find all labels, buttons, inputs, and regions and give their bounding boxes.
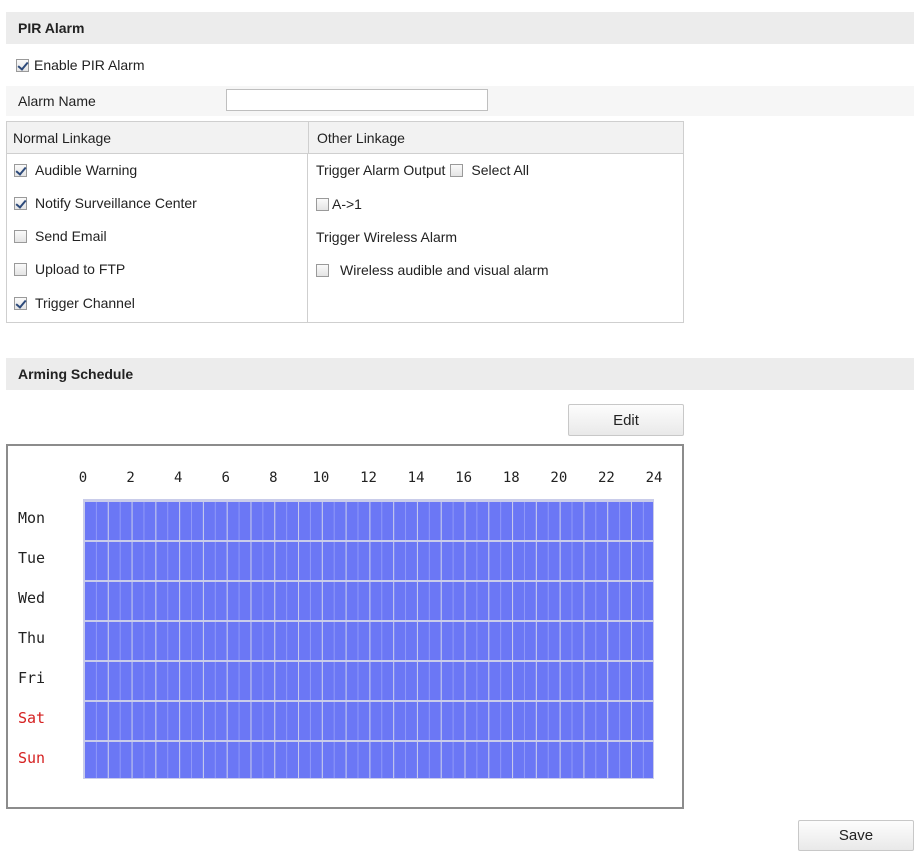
day-label-mon: Mon xyxy=(18,509,46,527)
normal-linkage-header: Normal Linkage xyxy=(7,122,308,154)
select-all-label: Select All xyxy=(471,162,530,178)
hour-label: 16 xyxy=(455,470,473,486)
upload-to-ftp-label: Upload to FTP xyxy=(35,261,126,277)
arming-schedule-title: Arming Schedule xyxy=(18,366,134,382)
enable-pir-alarm-checkbox[interactable] xyxy=(16,58,29,72)
hour-label: 4 xyxy=(173,470,183,486)
output-a1-row[interactable]: A->1 xyxy=(316,196,362,212)
enable-pir-alarm-label: Enable PIR Alarm xyxy=(34,57,145,73)
trigger-alarm-output-row: Trigger Alarm Output Select All xyxy=(316,162,529,178)
alarm-name-label: Alarm Name xyxy=(18,93,96,109)
alarm-name-row: Alarm Name xyxy=(6,86,914,116)
day-label-tue: Tue xyxy=(18,549,46,567)
send-email-label: Send Email xyxy=(35,228,107,244)
day-label-sat: Sat xyxy=(18,709,46,727)
linkage-table: Normal Linkage Other Linkage Audible War… xyxy=(6,121,684,323)
schedule-grid[interactable] xyxy=(83,499,654,779)
hour-label: 2 xyxy=(126,470,135,486)
hour-label: 14 xyxy=(407,470,425,486)
pir-alarm-title: PIR Alarm xyxy=(18,20,85,36)
hour-label: 22 xyxy=(597,470,615,486)
wireless-alarm-row[interactable]: Wireless audible and visual alarm xyxy=(316,262,549,278)
trigger-wireless-alarm-row: Trigger Wireless Alarm xyxy=(316,229,457,245)
day-label-wed: Wed xyxy=(18,589,46,607)
day-label-thu: Thu xyxy=(18,629,46,647)
trigger-alarm-output-label: Trigger Alarm Output xyxy=(316,162,446,178)
hour-label: 12 xyxy=(360,470,377,486)
hour-label: 20 xyxy=(550,470,568,486)
alarm-name-input[interactable] xyxy=(226,89,488,111)
audible-warning-label: Audible Warning xyxy=(35,162,138,178)
notify-surveillance-center-checkbox[interactable] xyxy=(14,196,27,210)
edit-button[interactable]: Edit xyxy=(568,404,684,436)
audible-warning-row[interactable]: Audible Warning xyxy=(14,162,137,178)
day-label-fri: Fri xyxy=(18,669,46,687)
save-button[interactable]: Save xyxy=(798,820,914,851)
wireless-alarm-label: Wireless audible and visual alarm xyxy=(340,262,549,278)
hour-label: 24 xyxy=(645,470,663,486)
hour-label: 10 xyxy=(312,470,330,486)
hour-label: 0 xyxy=(78,470,88,486)
trigger-channel-row[interactable]: Trigger Channel xyxy=(14,295,135,311)
hour-label: 18 xyxy=(502,470,520,486)
arming-schedule-header: Arming Schedule xyxy=(6,358,914,390)
trigger-channel-label: Trigger Channel xyxy=(35,295,135,311)
notify-surveillance-center-row[interactable]: Notify Surveillance Center xyxy=(14,195,197,211)
other-linkage-title: Other Linkage xyxy=(317,130,405,146)
normal-linkage-title: Normal Linkage xyxy=(13,130,112,146)
day-label-sun: Sun xyxy=(18,749,46,767)
output-a1-label: A->1 xyxy=(332,196,362,212)
upload-to-ftp-row[interactable]: Upload to FTP xyxy=(14,261,125,277)
pir-alarm-header: PIR Alarm xyxy=(6,12,914,44)
enable-pir-alarm-row[interactable]: Enable PIR Alarm xyxy=(16,57,145,73)
hour-label: 8 xyxy=(269,470,278,486)
send-email-row[interactable]: Send Email xyxy=(14,228,107,244)
hour-label: 6 xyxy=(221,470,230,486)
audible-warning-checkbox[interactable] xyxy=(14,163,27,177)
schedule-panel: 0 2 4 6 8 10 12 14 16 18 20 22 24 Mon Tue Wed Thu Fri Sat… xyxy=(6,444,684,809)
column-divider xyxy=(307,154,308,322)
output-a1-checkbox[interactable] xyxy=(316,197,329,211)
other-linkage-header: Other Linkage xyxy=(308,122,683,154)
upload-to-ftp-checkbox[interactable] xyxy=(14,262,27,276)
send-email-checkbox[interactable] xyxy=(14,229,27,243)
notify-surveillance-center-label: Notify Surveillance Center xyxy=(35,195,197,211)
trigger-channel-checkbox[interactable] xyxy=(14,296,27,310)
trigger-wireless-alarm-label: Trigger Wireless Alarm xyxy=(316,229,458,245)
select-all-checkbox[interactable] xyxy=(450,163,464,177)
wireless-alarm-checkbox[interactable] xyxy=(316,263,329,277)
